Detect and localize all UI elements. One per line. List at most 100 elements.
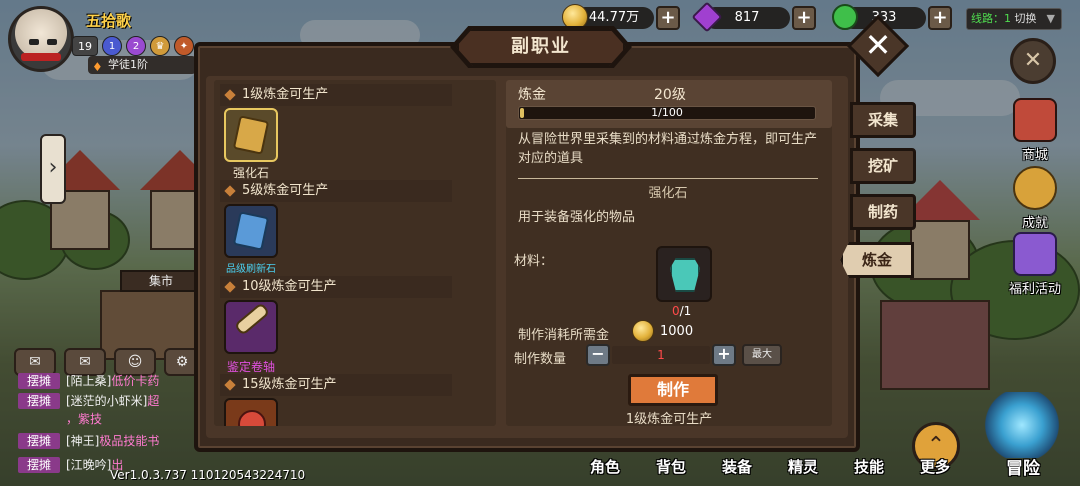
tab-pharmacy[interactable]: 制药 (850, 194, 916, 230)
recipe-header-label: 5级炼金可生产 (242, 183, 329, 198)
chat-tag: 摆摊 (18, 373, 60, 389)
scroll-icon (233, 302, 271, 336)
expand-left-button[interactable]: › (40, 134, 66, 204)
quantity-decrease-button[interactable]: − (586, 344, 610, 366)
recipe-item-label: 强化石 (232, 166, 269, 180)
chat-sender: [陌上桑] (66, 374, 112, 388)
achievement-label: 成就 (1021, 216, 1048, 231)
market-label[interactable]: 集市 (120, 270, 202, 292)
chat-sender: [神王] (66, 434, 100, 448)
progress-text: 1/100 (651, 106, 683, 119)
recipe-item-strengthen-stone[interactable] (224, 108, 278, 162)
chat-message: 超 (147, 394, 160, 408)
rank-badge: 2 (126, 36, 146, 56)
chat-tag: 摆摊 (18, 433, 60, 449)
rank-bar: ♦ 学徒1阶 (88, 56, 196, 74)
make-button[interactable]: 制作 (628, 374, 718, 406)
shop-icon (1013, 98, 1057, 142)
stone-icon (232, 115, 270, 155)
quantity-label: 制作数量 (514, 352, 567, 367)
rank-label: 学徒1阶 (108, 58, 148, 71)
chevron-down-icon: ▼ (1046, 12, 1055, 25)
tab-alchemy[interactable]: 炼金 (840, 242, 914, 278)
shop-button[interactable]: 商城 (1000, 98, 1070, 163)
trophy-icon (1013, 166, 1057, 210)
chat-line[interactable]: 摆摊 [神王]极品技能书 (18, 432, 208, 450)
crown-icon: ♛ (150, 36, 170, 56)
chat-tag: 摆摊 (18, 393, 60, 409)
achievement-button[interactable]: 成就 (1000, 166, 1070, 231)
cost-value: 1000 (660, 324, 694, 339)
make-requirement-note: 1级炼金可生产 (625, 412, 713, 427)
chat-sender: [江晚吟] (66, 458, 112, 472)
quantity-input[interactable]: 1 (612, 346, 710, 364)
line-switch-label: 切换 (1014, 12, 1037, 25)
chat-line[interactable]: 摆摊 [迷茫的小虾米]超 (18, 392, 208, 410)
bag-menu-button[interactable]: 背包 (656, 456, 686, 477)
chat-message: 极品技能书 (99, 434, 160, 448)
gift-icon (1013, 232, 1057, 276)
selected-item-name: 强化石 (648, 186, 688, 201)
max-quantity-button[interactable]: 最大 (742, 344, 782, 366)
recipe-header-label: 10级炼金可生产 (242, 279, 337, 294)
server-line-switch[interactable]: 线路：1 切换 ▼ (966, 8, 1062, 30)
recipe-header-label: 1级炼金可生产 (242, 87, 329, 102)
crystal-ore-icon (670, 258, 700, 292)
recipe-item-level15[interactable] (224, 398, 278, 426)
skill-level: 20级 (654, 87, 686, 103)
selected-item-description: 用于装备强化的物品 (518, 210, 636, 225)
recipe-item-refresh-stone[interactable] (224, 204, 278, 258)
refresh-stone-icon (232, 211, 270, 251)
potion-icon (238, 410, 266, 426)
heart-icon (832, 4, 858, 30)
close-icon[interactable]: ✕ (856, 24, 900, 68)
shop-label: 商城 (1021, 148, 1048, 163)
medal-icon: ✦ (174, 36, 194, 56)
player-level: 19 (72, 36, 98, 56)
material-slot[interactable] (656, 246, 712, 302)
line-value: 1 (1004, 12, 1011, 25)
skill-name: 炼金 (518, 87, 546, 103)
add-stamina-button[interactable]: + (928, 6, 952, 30)
equip-menu-button[interactable]: 装备 (722, 456, 752, 477)
cost-label: 制作消耗所需金 (518, 328, 610, 343)
gold-coin-icon (632, 320, 654, 342)
panel-title: 副职业 (456, 28, 626, 66)
chat-line[interactable]: ，紫技 (18, 410, 208, 428)
chat-sender: [迷茫的小虾米] (66, 394, 148, 408)
chat-message: 低价卡药 (111, 374, 160, 388)
more-menu-button[interactable]: 更多 (920, 456, 950, 477)
chat-tag: 摆摊 (18, 457, 60, 473)
target-menu-button[interactable]: ✕ (1010, 38, 1056, 84)
material-have: 0 (672, 304, 680, 318)
materials-label: 材料： (514, 254, 554, 269)
player-name: 五拾歌 (86, 12, 132, 30)
welfare-button[interactable]: 福利活动 (1000, 232, 1070, 297)
chat-message: ，紫技 (66, 412, 103, 426)
adventure-portal-icon[interactable] (982, 392, 1062, 458)
player-avatar[interactable] (8, 6, 74, 72)
version-label: Ver1.0.3.737 110120543224710 (110, 468, 306, 482)
quantity-increase-button[interactable]: + (712, 344, 736, 366)
chat-line[interactable]: 摆摊 [陌上桑]低价卡药 (18, 372, 208, 390)
recipe-header: 10级炼金可生产 (220, 276, 452, 298)
add-gems-button[interactable]: + (792, 6, 816, 30)
vip-badge: 1 (102, 36, 122, 56)
recipe-header-label: 15级炼金可生产 (242, 377, 337, 392)
gem-amount: 817 (734, 10, 760, 25)
role-menu-button[interactable]: 角色 (590, 456, 620, 477)
recipe-header: 5级炼金可生产 (220, 180, 452, 202)
material-count: 0/1 (672, 304, 691, 318)
tab-mining[interactable]: 挖矿 (850, 148, 916, 184)
welfare-label: 福利活动 (1008, 282, 1061, 297)
spirit-menu-button[interactable]: 精灵 (788, 456, 818, 477)
add-gold-button[interactable]: + (656, 6, 680, 30)
adventure-button[interactable]: 冒险 (1006, 454, 1040, 479)
material-need: /1 (679, 304, 692, 318)
recipe-list[interactable]: 1级炼金可生产 强化石 5级炼金可生产 品级刷新石 10级炼金可生产 鉴定卷轴 … (214, 80, 496, 426)
recipe-item-identify-scroll[interactable] (224, 300, 278, 354)
skill-menu-button[interactable]: 技能 (854, 456, 884, 477)
skill-description: 从冒险世界里采集到的材料通过炼金方程，即可生产对应的道具 (518, 132, 818, 166)
recipe-item-label: 鉴定卷轴 (226, 360, 275, 374)
tab-gather[interactable]: 采集 (850, 102, 916, 138)
